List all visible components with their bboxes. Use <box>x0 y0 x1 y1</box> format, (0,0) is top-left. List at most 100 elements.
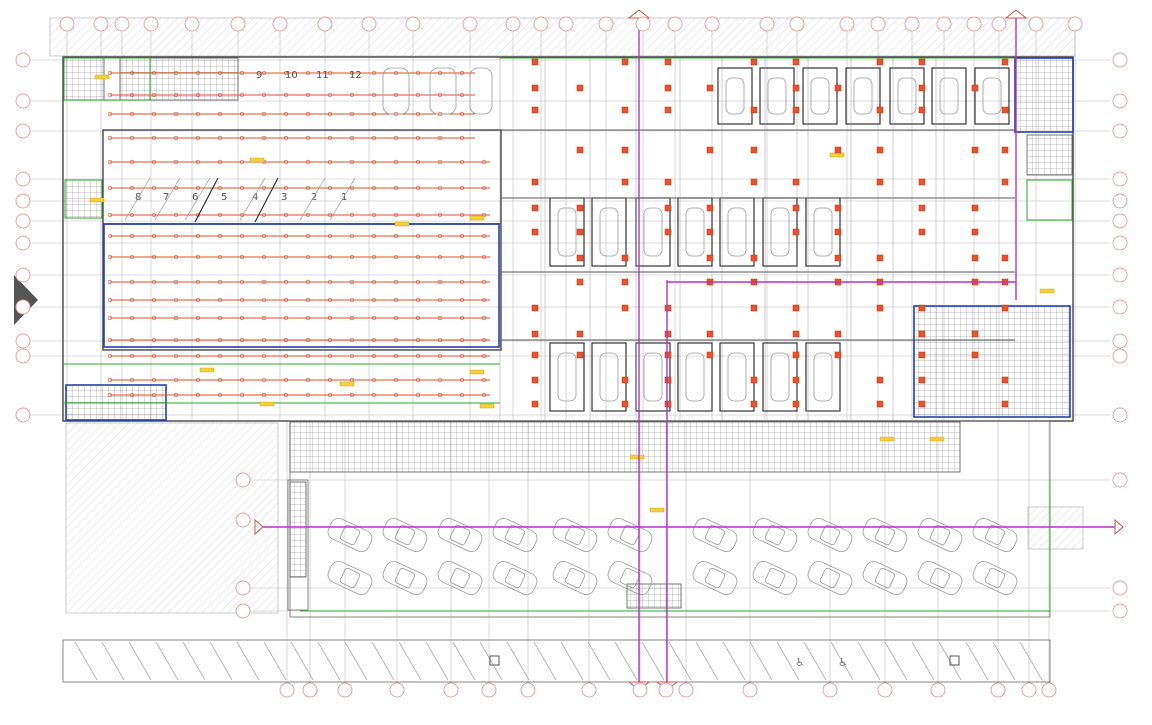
car-icon <box>813 207 833 257</box>
car-icon <box>917 517 963 553</box>
grid-bubble <box>632 682 648 698</box>
light-fixture-icon <box>1039 288 1055 294</box>
grid-bubble <box>930 682 946 698</box>
car-icon <box>692 560 738 596</box>
car-icon <box>692 517 738 553</box>
stall-number: 12 <box>349 70 362 81</box>
grid-bubble <box>114 16 130 32</box>
car-icon <box>607 517 653 553</box>
car-icon <box>557 207 577 257</box>
grid-bubble <box>15 348 31 364</box>
light-fixture-icon <box>394 221 410 227</box>
grid-bubble <box>361 16 377 32</box>
stall-number: 4 <box>252 192 258 203</box>
grid-bubble <box>15 299 31 315</box>
grid-bubble <box>1021 682 1037 698</box>
car-icon <box>810 77 830 115</box>
grid-bubble <box>1112 348 1128 364</box>
grid-bubble <box>279 682 295 698</box>
car-icon <box>685 352 705 402</box>
grid-bubble <box>15 213 31 229</box>
grid-bubble <box>302 682 318 698</box>
grid-bubble <box>635 16 651 32</box>
grid-bubble <box>1112 267 1128 283</box>
grid-bubble <box>1028 16 1044 32</box>
car-icon <box>437 517 483 553</box>
grid-bubble <box>15 193 31 209</box>
entry-hatch-right <box>1027 506 1084 550</box>
grid-bubble <box>405 16 421 32</box>
grid-bubble <box>15 407 31 423</box>
car-icon <box>492 517 538 553</box>
grid-bubble <box>658 682 674 698</box>
light-fixture-icon <box>89 197 105 203</box>
car-icon <box>752 560 798 596</box>
stair-core-top-right <box>1014 57 1074 133</box>
stair-run <box>289 481 307 578</box>
north-arrow-icon <box>14 275 38 325</box>
car-icon <box>853 77 873 115</box>
grid-bubble-icon <box>279 682 1057 698</box>
stall-number: 10 <box>285 70 298 81</box>
svg-text:♿: ♿ <box>795 656 805 669</box>
grid-bubble <box>235 580 251 596</box>
stall-number: 2 <box>311 192 317 203</box>
grid-bubble <box>93 16 109 32</box>
grid-bubble <box>389 682 405 698</box>
stair-core-top-left-2 <box>119 57 239 101</box>
car-icon <box>552 517 598 553</box>
light-fixture-icon <box>259 401 275 407</box>
mesh-corridor <box>289 421 961 473</box>
grid-bubble <box>337 682 353 698</box>
car-icon <box>599 352 619 402</box>
grid-bubble <box>904 16 920 32</box>
car-icon <box>897 77 917 115</box>
car-icon <box>727 352 747 402</box>
grid-bubble <box>581 682 597 698</box>
grid-bubble <box>1112 93 1128 109</box>
grid-bubble <box>1112 193 1128 209</box>
grid-bubble <box>678 682 694 698</box>
light-fixture-icon <box>479 403 495 409</box>
grid-bubble <box>1112 299 1128 315</box>
car-icon <box>982 77 1002 115</box>
car-icon <box>685 207 705 257</box>
grid-bubble <box>15 123 31 139</box>
grid-bubble <box>505 16 521 32</box>
floor-plan-drawing: 9 10 11 12 8 7 6 5 4 3 2 1 <box>14 9 1128 698</box>
car-icon <box>437 560 483 596</box>
light-fixture-icon <box>649 507 665 513</box>
car-icon <box>382 517 428 553</box>
grid-bubble <box>598 16 614 32</box>
light-fixture-icon <box>339 381 355 387</box>
grid-bubble <box>317 16 333 32</box>
car-icon <box>939 77 959 115</box>
stall-number: 9 <box>256 70 262 81</box>
grid-bubble <box>822 682 838 698</box>
grid-bubble <box>235 512 251 528</box>
grid-bubble <box>15 267 31 283</box>
light-fixture-icon <box>879 436 895 442</box>
grid-bubble <box>1112 603 1128 619</box>
grid-bubble <box>877 682 893 698</box>
light-fixture-icon <box>929 436 945 442</box>
light-fixture-icon <box>94 74 110 80</box>
stall-number: 11 <box>316 70 329 81</box>
grid-bubble <box>966 16 982 32</box>
entry-stair-center <box>626 583 682 609</box>
lobby-right <box>913 305 1071 418</box>
grid-bubble <box>1112 333 1128 349</box>
stall-number: 3 <box>281 192 287 203</box>
car-icon <box>552 560 598 596</box>
car-icon <box>725 77 745 115</box>
grid-bubble <box>462 16 478 32</box>
grid-bubble <box>15 93 31 109</box>
car-icon <box>643 352 663 402</box>
grid-bubble <box>1041 682 1057 698</box>
car-icon <box>972 517 1018 553</box>
car-icon <box>770 207 790 257</box>
bollard-square <box>489 655 500 666</box>
grid-bubble <box>1112 171 1128 187</box>
grid-bubble <box>789 16 805 32</box>
grid-bubble <box>1112 580 1128 596</box>
